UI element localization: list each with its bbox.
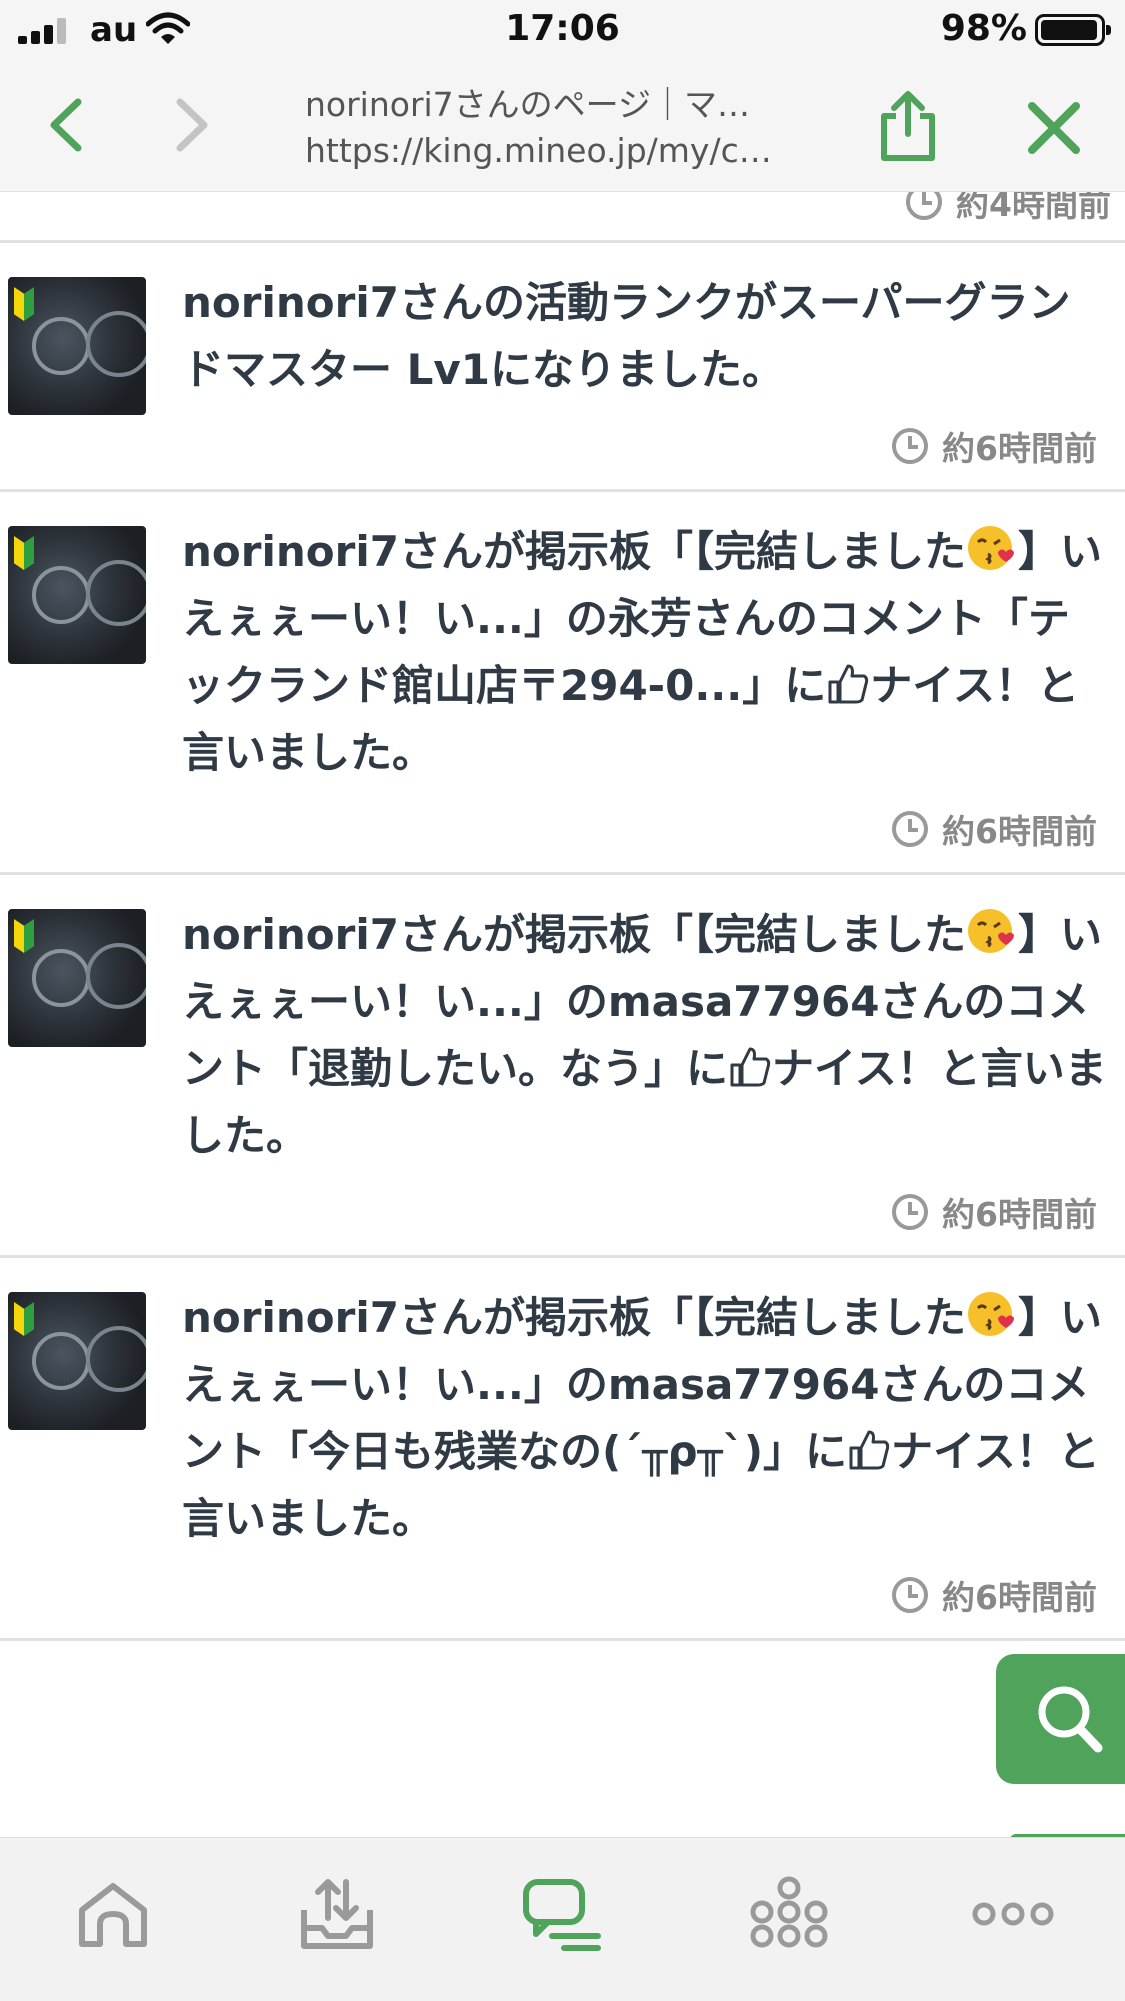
community-icon[interactable] — [744, 1874, 834, 1954]
clock-icon — [892, 1577, 929, 1613]
battery-percent: 98% — [940, 8, 1027, 49]
battery-icon — [1035, 14, 1111, 46]
close-icon[interactable] — [1022, 96, 1086, 160]
avatar[interactable] — [8, 1292, 146, 1430]
page-title: norinori7さんのページ｜マ… — [305, 85, 751, 124]
share-icon[interactable] — [876, 88, 940, 164]
kiss-emoji-icon — [967, 909, 1014, 953]
search-icon — [1038, 1686, 1103, 1753]
feed-item[interactable]: norinori7さんが掲示板「【完結しました 】いえぇぇーい！い...」の永芳さ… — [0, 489, 1125, 872]
forward-arrow-icon[interactable] — [160, 90, 220, 160]
status-bar: au 17:06 98% — [0, 0, 1125, 60]
kiss-emoji-icon — [967, 526, 1014, 570]
timestamp: 約6時間前 — [182, 1552, 1111, 1638]
feed-item-text: norinori7さんが掲示板「【完結しました 】いえぇぇーい！い...」の永芳さ… — [182, 518, 1111, 786]
kiss-emoji-icon — [967, 1292, 1014, 1336]
beginner-mark-icon — [14, 287, 34, 321]
feed-item-text: norinori7さんが掲示板「【完結しました 】いえぇぇーい！い...」のmas… — [182, 1284, 1111, 1552]
clock-icon — [892, 1194, 929, 1230]
timestamp: 約6時間前 — [182, 1169, 1111, 1255]
timestamp: 約6時間前 — [182, 786, 1111, 872]
timestamp-text: 約6時間前 — [942, 429, 1097, 468]
beginner-mark-icon — [14, 536, 34, 570]
clock-icon — [892, 428, 929, 464]
back-arrow-icon[interactable] — [38, 90, 98, 160]
clock-icon — [906, 192, 943, 220]
feed-item[interactable]: norinori7さんが掲示板「【完結しました 】いえぇぇーい！い...」のmas… — [0, 872, 1125, 1255]
search-button[interactable] — [996, 1654, 1125, 1784]
timestamp-text: 約4時間前 — [956, 192, 1111, 224]
browser-toolbar: norinori7さんのページ｜マ… https://king.mineo.jp… — [0, 60, 1125, 192]
avatar[interactable] — [8, 526, 146, 664]
thumbs-up-icon — [730, 1047, 771, 1087]
home-icon[interactable] — [68, 1874, 158, 1954]
avatar[interactable] — [8, 909, 146, 1047]
inbox-icon[interactable] — [292, 1874, 382, 1954]
timestamp-text: 約6時間前 — [942, 1195, 1097, 1234]
feed-item-text: norinori7さんが掲示板「【完結しました 】いえぇぇーい！い...」のmas… — [182, 901, 1111, 1169]
more-icon[interactable] — [968, 1874, 1058, 1954]
bottom-tab-bar — [0, 1837, 1125, 2001]
feed-item[interactable]: norinori7さんの活動ランクがスーパーグランドマスター Lv1になりました… — [0, 240, 1125, 489]
beginner-mark-icon — [14, 1302, 34, 1336]
timestamp-text: 約6時間前 — [942, 1578, 1097, 1617]
feed-item-text: norinori7さんの活動ランクがスーパーグランドマスター Lv1になりました… — [182, 278, 1071, 394]
timestamp: 約6時間前 — [182, 403, 1111, 489]
feed-divider — [0, 1638, 1125, 1678]
timestamp: 約4時間前 — [0, 192, 1125, 240]
thumbs-up-icon — [849, 1430, 890, 1470]
beginner-mark-icon — [14, 919, 34, 953]
address-bar[interactable]: norinori7さんのページ｜マ… https://king.mineo.jp… — [305, 82, 825, 174]
page-url: https://king.mineo.jp/my/c… — [305, 131, 772, 170]
activity-feed: 約4時間前 norinori7さんの活動ランクがスーパーグランドマスター Lv1… — [0, 192, 1125, 1837]
timestamp-text: 約6時間前 — [942, 812, 1097, 851]
avatar[interactable] — [8, 277, 146, 415]
feed-item[interactable]: norinori7さんが掲示板「【完結しました 】いえぇぇーい！い...」のmas… — [0, 1255, 1125, 1638]
chat-icon[interactable] — [516, 1874, 606, 1954]
thumbs-up-icon — [828, 664, 869, 704]
clock-icon — [892, 811, 929, 847]
